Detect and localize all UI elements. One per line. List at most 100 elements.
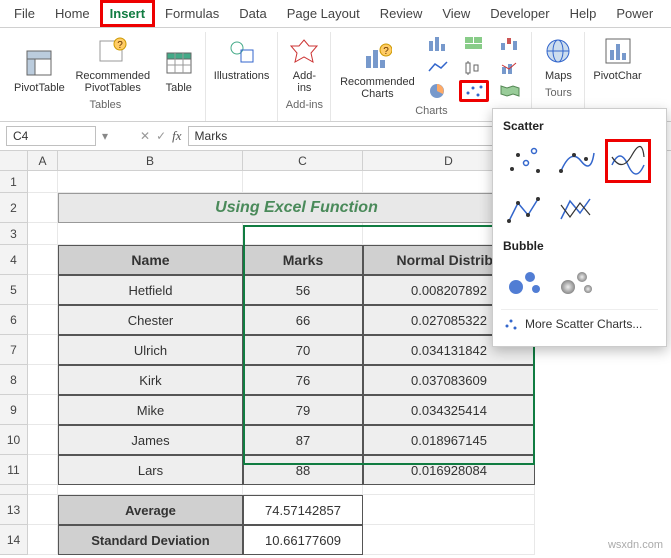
tab-formulas[interactable]: Formulas (155, 0, 229, 27)
illustrations-button[interactable]: Illustrations (212, 32, 272, 84)
hierarchy-chart-button[interactable] (459, 32, 489, 54)
recommended-pivottables-button[interactable]: ? Recommended PivotTables (73, 32, 153, 96)
row-14[interactable]: 14 (0, 525, 28, 555)
tab-help[interactable]: Help (560, 0, 607, 27)
cell-name[interactable]: James (58, 425, 243, 455)
row-2[interactable]: 2 (0, 193, 28, 223)
cell-dist[interactable]: 0.037083609 (363, 365, 535, 395)
addins-icon (287, 34, 321, 68)
recommended-charts-button[interactable]: ? Recommended Charts (337, 38, 417, 102)
cell-name[interactable]: Mike (58, 395, 243, 425)
cell-marks[interactable]: 76 (243, 365, 363, 395)
line-chart-button[interactable] (423, 56, 453, 78)
col-a[interactable]: A (28, 151, 58, 171)
more-scatter-label: More Scatter Charts... (525, 317, 642, 331)
cell-dist[interactable]: 0.018967145 (363, 425, 535, 455)
row-5[interactable]: 5 (0, 275, 28, 305)
cell-marks[interactable]: 88 (243, 455, 363, 485)
tab-insert[interactable]: Insert (100, 0, 155, 27)
pivotchart-icon (601, 34, 635, 68)
scatter-smooth-lines[interactable] (605, 139, 651, 183)
tab-review[interactable]: Review (370, 0, 433, 27)
col-b[interactable]: B (58, 151, 243, 171)
addins-button[interactable]: Add- ins (284, 32, 324, 96)
statistic-chart-button[interactable] (459, 56, 489, 78)
sd-value[interactable]: 10.66177609 (243, 525, 363, 555)
cell-name[interactable]: Ulrich (58, 335, 243, 365)
combo-chart-button[interactable] (495, 56, 525, 78)
tab-power[interactable]: Power (606, 0, 663, 27)
row-10[interactable]: 10 (0, 425, 28, 455)
illustrations-icon (225, 34, 259, 68)
fx-icon[interactable]: fx (172, 128, 181, 144)
row-4[interactable]: 4 (0, 245, 28, 275)
row-7[interactable]: 7 (0, 335, 28, 365)
cell-marks[interactable]: 66 (243, 305, 363, 335)
cell-name[interactable]: Kirk (58, 365, 243, 395)
group-illustrations-label (240, 84, 243, 103)
sd-label[interactable]: Standard Deviation (58, 525, 243, 555)
recommended-pivottables-icon: ? (96, 34, 130, 68)
column-chart-button[interactable] (423, 32, 453, 54)
cell-dist[interactable]: 0.034325414 (363, 395, 535, 425)
row-8[interactable]: 8 (0, 365, 28, 395)
row-6[interactable]: 6 (0, 305, 28, 335)
tab-pagelayout[interactable]: Page Layout (277, 0, 370, 27)
enter-icon[interactable]: ✓ (156, 129, 166, 143)
scatter-smooth-markers[interactable] (553, 139, 599, 183)
title-cell[interactable]: Using Excel Function (58, 193, 535, 223)
bubble-2d[interactable] (501, 259, 547, 303)
cell-dist[interactable]: 0.016928084 (363, 455, 535, 485)
cancel-icon[interactable]: ✕ (140, 129, 150, 143)
row-13[interactable]: 13 (0, 495, 28, 525)
bubble-3d[interactable] (553, 259, 599, 303)
more-scatter-charts[interactable]: More Scatter Charts... (501, 309, 658, 338)
tab-data[interactable]: Data (229, 0, 276, 27)
tab-file[interactable]: File (4, 0, 45, 27)
recommended-charts-icon: ? (360, 40, 394, 74)
pie-chart-button[interactable] (423, 80, 453, 102)
average-value[interactable]: 74.57142857 (243, 495, 363, 525)
cell-name[interactable]: Lars (58, 455, 243, 485)
row-gap[interactable] (0, 485, 28, 495)
name-box[interactable]: C4 (6, 126, 96, 146)
col-c[interactable]: C (243, 151, 363, 171)
tab-bar: File Home Insert Formulas Data Page Layo… (0, 0, 671, 28)
scatter-chart-button[interactable] (459, 80, 489, 102)
tab-view[interactable]: View (432, 0, 480, 27)
average-label[interactable]: Average (58, 495, 243, 525)
scatter-straight-markers[interactable] (501, 189, 547, 233)
name-box-dropdown-icon[interactable]: ▾ (102, 129, 108, 143)
tab-developer[interactable]: Developer (480, 0, 559, 27)
group-addins-label: Add-ins (286, 96, 323, 115)
cell-marks[interactable]: 87 (243, 425, 363, 455)
bubble-section-title: Bubble (503, 239, 656, 253)
cell-marks[interactable]: 56 (243, 275, 363, 305)
svg-text:?: ? (384, 46, 390, 57)
waterfall-chart-button[interactable] (495, 32, 525, 54)
watermark: wsxdn.com (608, 539, 663, 551)
tab-home[interactable]: Home (45, 0, 100, 27)
cell-marks[interactable]: 70 (243, 335, 363, 365)
group-tours-label: Tours (545, 84, 572, 103)
cell-name[interactable]: Chester (58, 305, 243, 335)
scatter-straight-lines[interactable] (553, 189, 599, 233)
pivottable-button[interactable]: PivotTable (12, 44, 67, 96)
chart-types-column2 (459, 32, 489, 102)
row-3[interactable]: 3 (0, 223, 28, 245)
maps-button[interactable]: Maps (538, 32, 578, 84)
map-chart-small-button[interactable] (495, 80, 525, 102)
group-charts-label: Charts (415, 102, 447, 121)
row-11[interactable]: 11 (0, 455, 28, 485)
cell-name[interactable]: Hetfield (58, 275, 243, 305)
select-all-corner[interactable] (0, 151, 28, 171)
header-name[interactable]: Name (58, 245, 243, 275)
table-button[interactable]: Table (159, 44, 199, 96)
scatter-markers-only[interactable] (501, 139, 547, 183)
pivotchart-button[interactable]: PivotChar (591, 32, 643, 84)
cell-marks[interactable]: 79 (243, 395, 363, 425)
group-illustrations: Illustrations (206, 32, 279, 121)
row-1[interactable]: 1 (0, 171, 28, 193)
row-9[interactable]: 9 (0, 395, 28, 425)
header-marks[interactable]: Marks (243, 245, 363, 275)
